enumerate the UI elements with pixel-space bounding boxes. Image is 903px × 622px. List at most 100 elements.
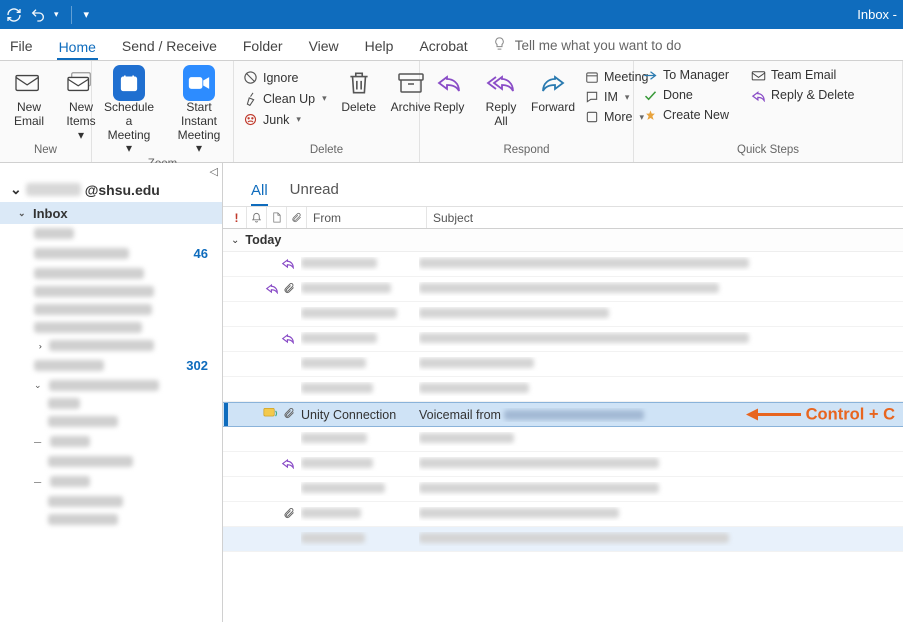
- tab-home[interactable]: Home: [57, 33, 98, 61]
- message-row[interactable]: [223, 352, 903, 377]
- folder-item[interactable]: [0, 412, 222, 430]
- group-today[interactable]: ⌄ Today: [223, 229, 903, 252]
- ignore-button[interactable]: Ignore: [240, 69, 330, 86]
- column-headers[interactable]: ! From Subject: [223, 207, 903, 229]
- folder-item[interactable]: [0, 282, 222, 300]
- folder-item[interactable]: [0, 300, 222, 318]
- trash-icon: [343, 67, 375, 99]
- replied-icon: [281, 457, 295, 472]
- ribbon-group-respond: Reply Reply All Forward Meeting IM▾: [420, 61, 634, 162]
- folder-pane: ◁ ⌄@shsu.edu ⌄Inbox 46 ⌄ 302 ⌄ – –: [0, 163, 223, 622]
- message-row[interactable]: [223, 277, 903, 302]
- message-row[interactable]: [223, 302, 903, 327]
- attachment-icon: [283, 407, 295, 422]
- schedule-meeting-button[interactable]: Schedule a Meeting ▾: [98, 65, 160, 158]
- ribbon-group-zoom: Schedule a Meeting ▾ Start Instant Meeti…: [92, 61, 234, 162]
- message-row[interactable]: [223, 452, 903, 477]
- col-reminder[interactable]: [247, 207, 267, 228]
- tab-file[interactable]: File: [8, 32, 35, 60]
- col-attachment[interactable]: [287, 207, 307, 228]
- replied-icon: [281, 332, 295, 347]
- folder-item[interactable]: [0, 264, 222, 282]
- tab-view[interactable]: View: [307, 32, 341, 60]
- reply-icon: [433, 67, 465, 99]
- ribbon-group-new: New Email New Items ▾ New: [0, 61, 92, 162]
- folder-item[interactable]: [0, 492, 222, 510]
- cleanup-button[interactable]: Clean Up▾: [240, 90, 330, 107]
- folder-item[interactable]: ⌄: [0, 376, 222, 394]
- reply-all-icon: [485, 67, 517, 99]
- ribbon-group-delete: Ignore Clean Up▾ Junk▾ Delete: [234, 61, 420, 162]
- folder-item[interactable]: [0, 318, 222, 336]
- tab-help[interactable]: Help: [363, 32, 396, 60]
- undo-icon[interactable]: [30, 7, 46, 23]
- title-bar: ▾ ▾ Inbox -: [0, 0, 903, 29]
- replied-icon: [281, 257, 295, 272]
- filter-all[interactable]: All: [251, 182, 268, 207]
- ribbon-group-quicksteps: To Manager Done Create New Team Email: [634, 61, 903, 162]
- undo-dropdown-icon[interactable]: ▾: [54, 9, 59, 20]
- filter-bar: All Unread: [223, 163, 903, 207]
- folder-item[interactable]: 46: [0, 242, 222, 264]
- calendar-icon: [113, 65, 145, 101]
- junk-button[interactable]: Junk▾: [240, 111, 330, 128]
- new-email-icon: [13, 67, 45, 99]
- qat-customize-icon[interactable]: ▾: [84, 8, 90, 21]
- folder-item[interactable]: –: [0, 470, 222, 492]
- forward-button[interactable]: Forward: [530, 65, 576, 117]
- collapse-pane-icon[interactable]: ◁: [210, 165, 218, 178]
- ribbon: New Email New Items ▾ New Schedule a Mee…: [0, 61, 903, 163]
- window-title: Inbox -: [857, 7, 897, 22]
- message-list-pane: All Unread ! From Subject ⌄ Today: [223, 163, 903, 622]
- quickstep-done[interactable]: Done: [640, 87, 732, 103]
- message-row[interactable]: [223, 427, 903, 452]
- start-instant-meeting-button[interactable]: Start Instant Meeting ▾: [166, 65, 232, 158]
- new-email-button[interactable]: New Email: [6, 65, 52, 131]
- folder-item[interactable]: [0, 510, 222, 528]
- folder-item[interactable]: [0, 452, 222, 470]
- tab-acrobat[interactable]: Acrobat: [417, 32, 469, 60]
- folder-item[interactable]: –: [0, 430, 222, 452]
- folder-item[interactable]: ⌄: [0, 336, 222, 354]
- col-icon[interactable]: [267, 207, 287, 228]
- lightbulb-icon: [492, 36, 507, 54]
- tell-me-search[interactable]: Tell me what you want to do: [492, 36, 682, 60]
- delete-button[interactable]: Delete: [336, 65, 382, 117]
- col-subject[interactable]: Subject: [427, 211, 473, 225]
- voicemail-icon: [263, 407, 279, 423]
- message-list: Unity Connection Voicemail from Control …: [223, 252, 903, 622]
- tab-send-receive[interactable]: Send / Receive: [120, 32, 219, 60]
- message-row[interactable]: [223, 327, 903, 352]
- filter-unread[interactable]: Unread: [290, 181, 339, 206]
- attachment-icon: [283, 507, 295, 522]
- menu-bar: File Home Send / Receive Folder View Hel…: [0, 29, 903, 61]
- quickstep-reply-delete[interactable]: Reply & Delete: [748, 87, 857, 103]
- sync-icon[interactable]: [6, 7, 22, 23]
- col-importance[interactable]: !: [227, 207, 247, 228]
- replied-icon: [265, 282, 279, 297]
- message-row[interactable]: [223, 477, 903, 502]
- account-header[interactable]: ⌄@shsu.edu: [0, 163, 222, 202]
- message-from: Unity Connection: [301, 408, 419, 422]
- video-icon: [183, 65, 215, 101]
- folder-item[interactable]: [0, 394, 222, 412]
- message-row[interactable]: [223, 377, 903, 402]
- tab-folder[interactable]: Folder: [241, 32, 285, 60]
- col-from[interactable]: From: [307, 207, 427, 228]
- reply-all-button[interactable]: Reply All: [478, 65, 524, 131]
- message-row[interactable]: [223, 252, 903, 277]
- message-subject: Voicemail from: [419, 408, 903, 422]
- folder-item[interactable]: [0, 224, 222, 242]
- quickstep-to-manager[interactable]: To Manager: [640, 67, 732, 83]
- forward-icon: [537, 67, 569, 99]
- quickstep-create-new[interactable]: Create New: [640, 107, 732, 123]
- quickstep-team-email[interactable]: Team Email: [748, 67, 857, 83]
- folder-item[interactable]: 302: [0, 354, 222, 376]
- message-row[interactable]: [223, 502, 903, 527]
- attachment-icon: [283, 282, 295, 297]
- reply-button[interactable]: Reply: [426, 65, 472, 117]
- message-row[interactable]: [223, 527, 903, 552]
- folder-inbox[interactable]: ⌄Inbox: [0, 202, 222, 224]
- message-row-selected[interactable]: Unity Connection Voicemail from Control …: [223, 402, 903, 427]
- main-area: ◁ ⌄@shsu.edu ⌄Inbox 46 ⌄ 302 ⌄ – – All U…: [0, 163, 903, 622]
